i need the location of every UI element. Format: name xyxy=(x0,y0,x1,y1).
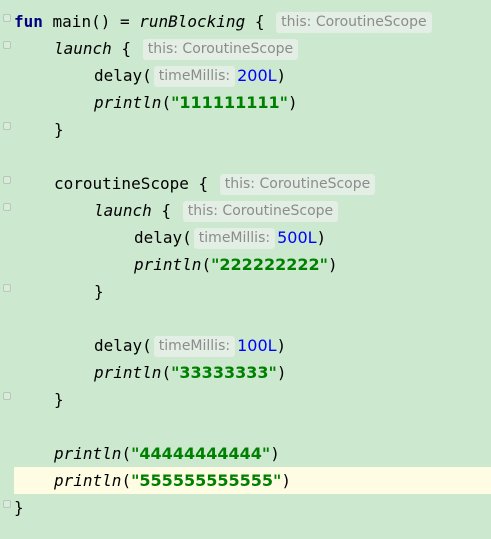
code-line-1[interactable]: fun main() = runBlocking { this: Corouti… xyxy=(14,8,491,35)
inlay-hint-time-millis: timeMillis: xyxy=(193,228,276,249)
code-line-4[interactable]: println("111111111") xyxy=(14,89,491,116)
println-call: println xyxy=(134,255,202,274)
inlay-hint-time-millis: timeMillis: xyxy=(153,66,236,87)
close-paren: ) xyxy=(316,228,327,247)
string-literal: "111111111" xyxy=(171,93,288,112)
close-paren: ) xyxy=(276,336,287,355)
code-line-7[interactable]: coroutineScope { this: CoroutineScope xyxy=(14,170,491,197)
println-call: println xyxy=(54,471,122,490)
inlay-hint-receiver: this: CoroutineScope xyxy=(142,39,299,60)
code-line-10[interactable]: println("222222222") xyxy=(14,251,491,278)
code-line-11[interactable]: } xyxy=(14,278,491,305)
fold-marker-icon[interactable] xyxy=(3,284,11,292)
code-line-5[interactable]: } xyxy=(14,116,491,143)
code-line-3[interactable]: delay(timeMillis: 200L) xyxy=(14,62,491,89)
close-brace: } xyxy=(14,498,24,517)
inlay-hint-receiver: this: CoroutineScope xyxy=(182,201,339,222)
code-editor[interactable]: fun main() = runBlocking { this: Corouti… xyxy=(0,0,491,539)
code-line-9[interactable]: delay(timeMillis: 500L) xyxy=(14,224,491,251)
open-brace: { xyxy=(245,12,265,31)
inlay-hint-receiver: this: CoroutineScope xyxy=(276,12,432,33)
println-call: println xyxy=(94,363,162,382)
code-line-8[interactable]: launch { this: CoroutineScope xyxy=(14,197,491,224)
close-paren: ) xyxy=(276,66,287,85)
close-brace: } xyxy=(54,390,64,409)
code-line-15[interactable]: } xyxy=(14,386,491,413)
code-line-13[interactable]: delay(timeMillis: 100L) xyxy=(14,332,491,359)
launch-call: launch xyxy=(94,201,152,220)
close-paren: ) xyxy=(276,363,287,382)
close-paren: ) xyxy=(327,255,338,274)
string-literal: "33333333" xyxy=(171,363,277,382)
open-paren: ( xyxy=(161,363,172,382)
main-signature: main() = xyxy=(42,12,140,31)
inlay-hint-receiver: this: CoroutineScope xyxy=(219,174,376,195)
open-paren: ( xyxy=(121,471,132,490)
open-brace: { xyxy=(188,174,209,193)
delay-call: delay( xyxy=(134,228,192,247)
close-brace: } xyxy=(94,282,104,301)
code-line-19[interactable]: } xyxy=(14,494,491,521)
coroutine-scope-call: coroutineScope xyxy=(54,174,189,193)
open-paren: ( xyxy=(161,93,172,112)
delay-call: delay( xyxy=(94,66,152,85)
fold-marker-icon[interactable] xyxy=(3,176,11,184)
close-brace: } xyxy=(54,120,64,139)
code-line-17[interactable]: println("44444444444") xyxy=(14,440,491,467)
code-line-18-current[interactable]: println("555555555555") xyxy=(14,467,491,494)
delay-value: 200L xyxy=(237,66,277,85)
delay-value: 100L xyxy=(237,336,277,355)
code-line-14[interactable]: println("33333333") xyxy=(14,359,491,386)
fold-marker-icon[interactable] xyxy=(3,203,11,211)
string-literal: "44444444444" xyxy=(131,444,271,463)
fold-marker-icon[interactable] xyxy=(3,41,11,49)
delay-call: delay( xyxy=(94,336,152,355)
editor-gutter xyxy=(0,0,14,539)
println-call: println xyxy=(94,93,162,112)
fold-marker-icon[interactable] xyxy=(3,14,11,22)
open-brace: { xyxy=(151,201,172,220)
run-blocking-call: runBlocking xyxy=(139,12,246,31)
close-paren: ) xyxy=(270,444,280,463)
fold-marker-icon[interactable] xyxy=(3,122,11,130)
delay-value: 500L xyxy=(277,228,317,247)
code-line-2[interactable]: launch { this: CoroutineScope xyxy=(14,35,491,62)
fold-marker-icon[interactable] xyxy=(3,500,11,508)
open-paren: ( xyxy=(201,255,212,274)
println-call: println xyxy=(54,444,122,463)
launch-call: launch xyxy=(54,39,112,58)
keyword-fun: fun xyxy=(14,12,43,31)
inlay-hint-time-millis: timeMillis: xyxy=(153,336,236,357)
string-literal: "555555555555" xyxy=(131,471,282,490)
open-paren: ( xyxy=(121,444,132,463)
fold-marker-icon[interactable] xyxy=(3,392,11,400)
close-paren: ) xyxy=(287,93,298,112)
close-paren: ) xyxy=(281,471,291,490)
open-brace: { xyxy=(111,39,132,58)
string-literal: "222222222" xyxy=(211,255,328,274)
